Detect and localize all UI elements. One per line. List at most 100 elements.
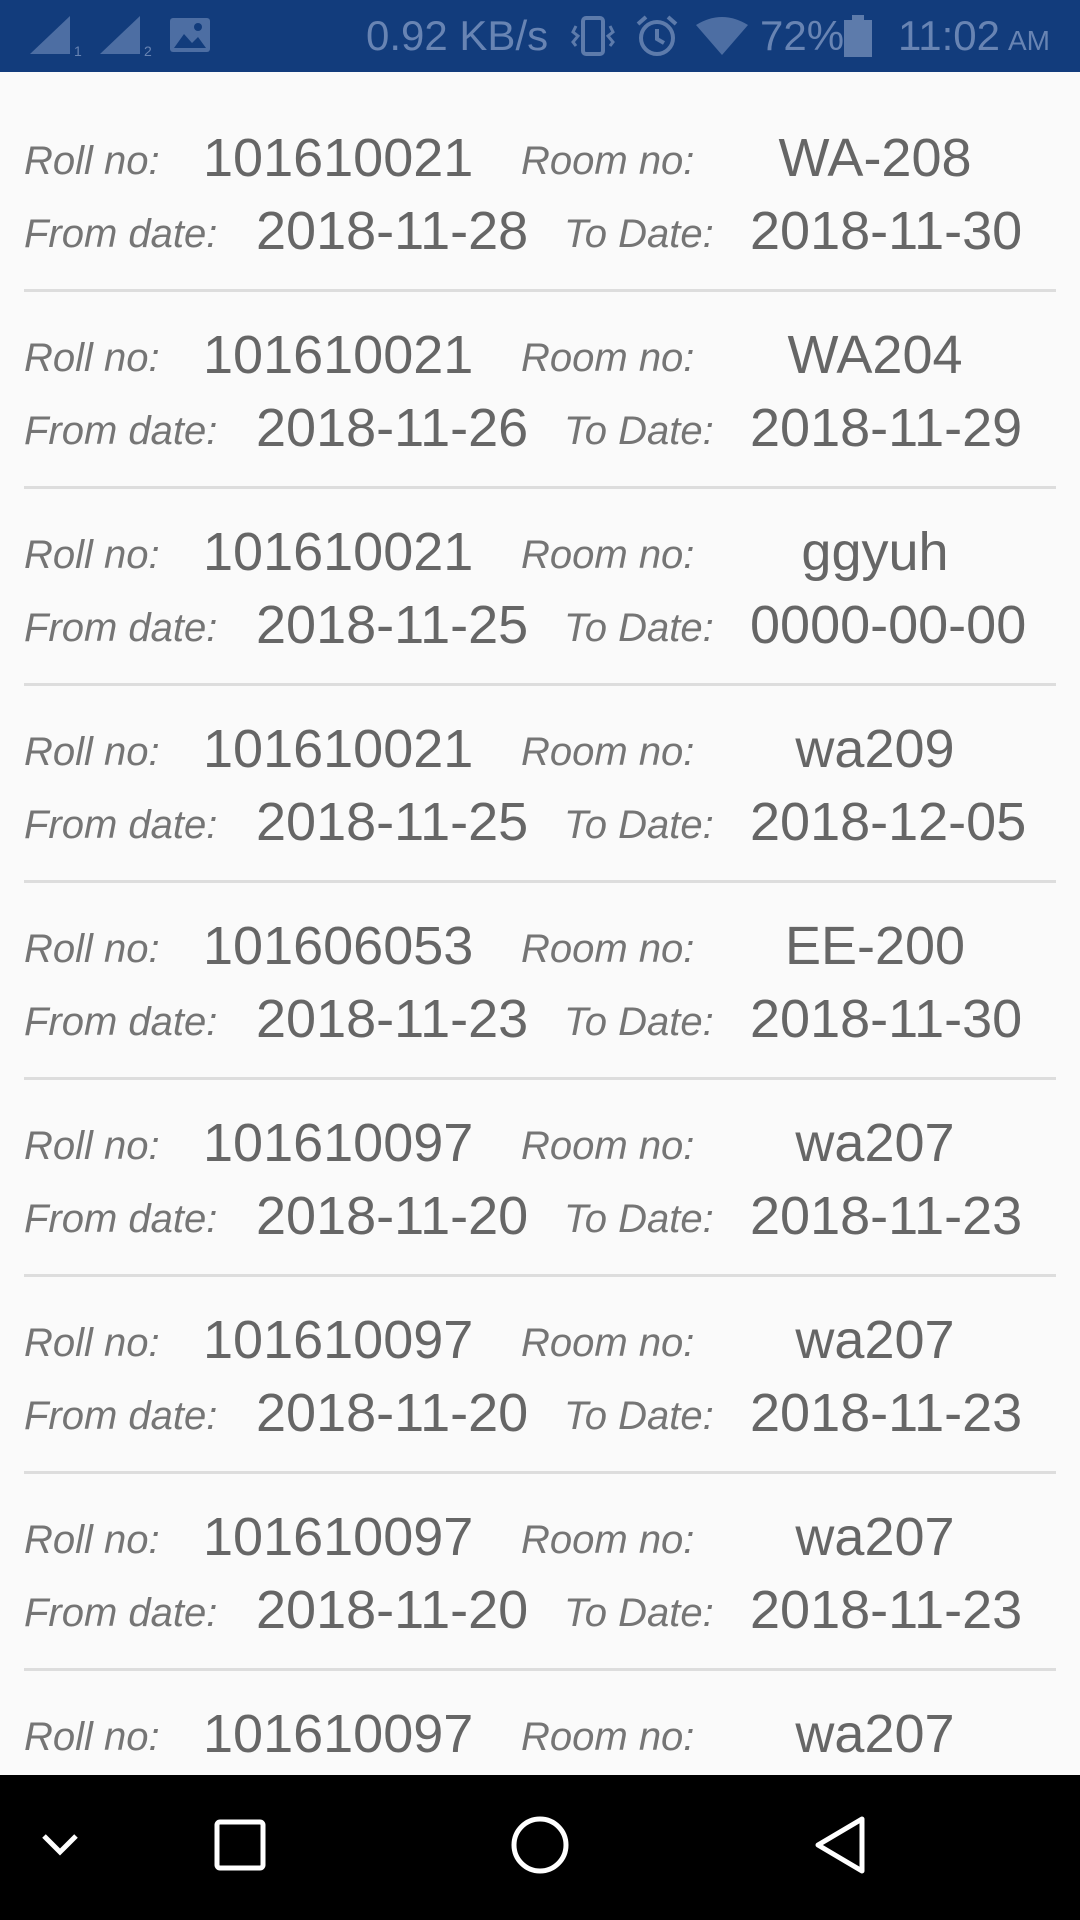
- roll-label: Roll no:: [24, 1321, 160, 1365]
- wifi-icon: [694, 0, 750, 72]
- clock: 11:02 AM: [898, 0, 1050, 72]
- home-icon: [509, 1814, 571, 1881]
- list-item[interactable]: Roll no: 101610021 Room no: ggyuh From d…: [0, 513, 1080, 710]
- room-value: ggyuh: [801, 522, 949, 582]
- svg-text:2: 2: [144, 43, 152, 58]
- battery-icon: [842, 0, 874, 72]
- alarm-icon: [634, 0, 680, 72]
- list-item[interactable]: Roll no: 101610097 Room no: wa207 From d…: [0, 1301, 1080, 1498]
- roll-value: 101610097: [203, 1507, 474, 1567]
- roll-label: Roll no:: [24, 1518, 160, 1562]
- list-item[interactable]: Roll no: 101610097 Room no: wa207: [0, 1695, 1080, 1753]
- room-label: Room no:: [521, 1518, 695, 1562]
- list-item[interactable]: Roll no: 101610021 Room no: wa209 From d…: [0, 710, 1080, 907]
- list-item[interactable]: Roll no: 101610021 Room no: WA204 From d…: [0, 316, 1080, 513]
- roll-label: Roll no:: [24, 927, 160, 971]
- to-date-label: To Date:: [564, 606, 714, 650]
- to-date-value: 2018-12-05: [750, 792, 1027, 852]
- to-date-value: 2018-11-23: [750, 1580, 1023, 1640]
- back-button[interactable]: [790, 1775, 890, 1920]
- room-label: Room no:: [521, 730, 695, 774]
- room-value: WA-208: [778, 128, 972, 188]
- divider: [24, 289, 1056, 292]
- recents-button[interactable]: [190, 1775, 290, 1920]
- from-date-label: From date:: [24, 409, 218, 453]
- roll-label: Roll no:: [24, 730, 160, 774]
- clock-time: 11:02: [898, 12, 1000, 59]
- to-date-label: To Date:: [564, 409, 714, 453]
- from-date-label: From date:: [24, 1394, 218, 1438]
- from-date-value: 2018-11-26: [256, 398, 529, 458]
- clock-ampm: AM: [1008, 25, 1050, 56]
- room-value: EE-200: [784, 916, 966, 976]
- hide-keyboard-button[interactable]: [20, 1775, 100, 1920]
- to-date-label: To Date:: [564, 212, 714, 256]
- recents-icon: [213, 1818, 267, 1877]
- roll-value: 101610021: [203, 522, 474, 582]
- status-bar: 1 2 0.92 KB/s 72% 11:02 AM: [0, 0, 1080, 72]
- to-date-value: 2018-11-30: [750, 201, 1023, 261]
- roll-label: Roll no:: [24, 1124, 160, 1168]
- room-label: Room no:: [521, 927, 695, 971]
- from-date-value: 2018-11-25: [256, 792, 529, 852]
- roll-label: Roll no:: [24, 1715, 160, 1753]
- home-button[interactable]: [490, 1775, 590, 1920]
- list-item[interactable]: Roll no: 101610097 Room no: wa207 From d…: [0, 1104, 1080, 1301]
- roll-label: Roll no:: [24, 139, 160, 183]
- battery-percent: 72%: [760, 12, 845, 59]
- roll-value: 101610021: [203, 325, 474, 385]
- from-date-value: 2018-11-23: [256, 989, 529, 1049]
- from-date-value: 2018-11-25: [256, 595, 529, 655]
- room-value: wa207: [795, 1113, 955, 1173]
- roll-value: 101610097: [203, 1704, 474, 1753]
- to-date-label: To Date:: [564, 1197, 714, 1241]
- room-label: Room no:: [521, 139, 695, 183]
- signal-sim1-icon: 1: [26, 0, 86, 72]
- divider: [24, 1274, 1056, 1277]
- divider: [24, 880, 1056, 883]
- from-date-label: From date:: [24, 1197, 218, 1241]
- room-value: wa209: [795, 719, 955, 779]
- list-item[interactable]: Roll no: 101610097 Room no: wa207 From d…: [0, 1498, 1080, 1695]
- hide-keyboard-icon: [40, 1832, 80, 1863]
- divider: [24, 486, 1056, 489]
- to-date-label: To Date:: [564, 1394, 714, 1438]
- room-value: wa207: [795, 1310, 955, 1370]
- from-date-value: 2018-11-20: [256, 1580, 529, 1640]
- list-item[interactable]: Roll no: 101610021 Room no: WA-208 From …: [0, 119, 1080, 316]
- roll-value: 101610021: [203, 719, 474, 779]
- to-date-value: 2018-11-23: [750, 1186, 1023, 1246]
- navigation-bar: [0, 1775, 1080, 1920]
- roll-label: Roll no:: [24, 533, 160, 577]
- room-value: wa207: [795, 1704, 955, 1753]
- from-date-label: From date:: [24, 212, 218, 256]
- room-label: Room no:: [521, 1715, 695, 1753]
- roll-label: Roll no:: [24, 336, 160, 380]
- booking-list[interactable]: Roll no: 101610021 Room no: WA-208 From …: [0, 72, 1080, 1753]
- to-date-label: To Date:: [564, 1000, 714, 1044]
- from-date-label: From date:: [24, 803, 218, 847]
- roll-value: 101610097: [203, 1113, 474, 1173]
- to-date-value: 2018-11-23: [750, 1383, 1023, 1443]
- room-label: Room no:: [521, 1124, 695, 1168]
- room-value: wa207: [795, 1507, 955, 1567]
- room-value: WA204: [787, 325, 963, 385]
- to-date-label: To Date:: [564, 803, 714, 847]
- roll-value: 101606053: [203, 916, 474, 976]
- from-date-value: 2018-11-28: [256, 201, 529, 261]
- network-speed: 0.92 KB/s: [366, 12, 549, 59]
- divider: [24, 1668, 1056, 1671]
- list-item[interactable]: Roll no: 101606053 Room no: EE-200 From …: [0, 907, 1080, 1104]
- room-label: Room no:: [521, 1321, 695, 1365]
- to-date-value: 2018-11-30: [750, 989, 1023, 1049]
- divider: [24, 1077, 1056, 1080]
- room-label: Room no:: [521, 533, 695, 577]
- vibrate-icon: [570, 0, 616, 72]
- from-date-value: 2018-11-20: [256, 1186, 529, 1246]
- divider: [24, 1471, 1056, 1474]
- signal-sim2-icon: 2: [96, 0, 156, 72]
- image-notification-icon: [168, 0, 212, 72]
- from-date-label: From date:: [24, 1000, 218, 1044]
- from-date-label: From date:: [24, 606, 218, 650]
- divider: [24, 683, 1056, 686]
